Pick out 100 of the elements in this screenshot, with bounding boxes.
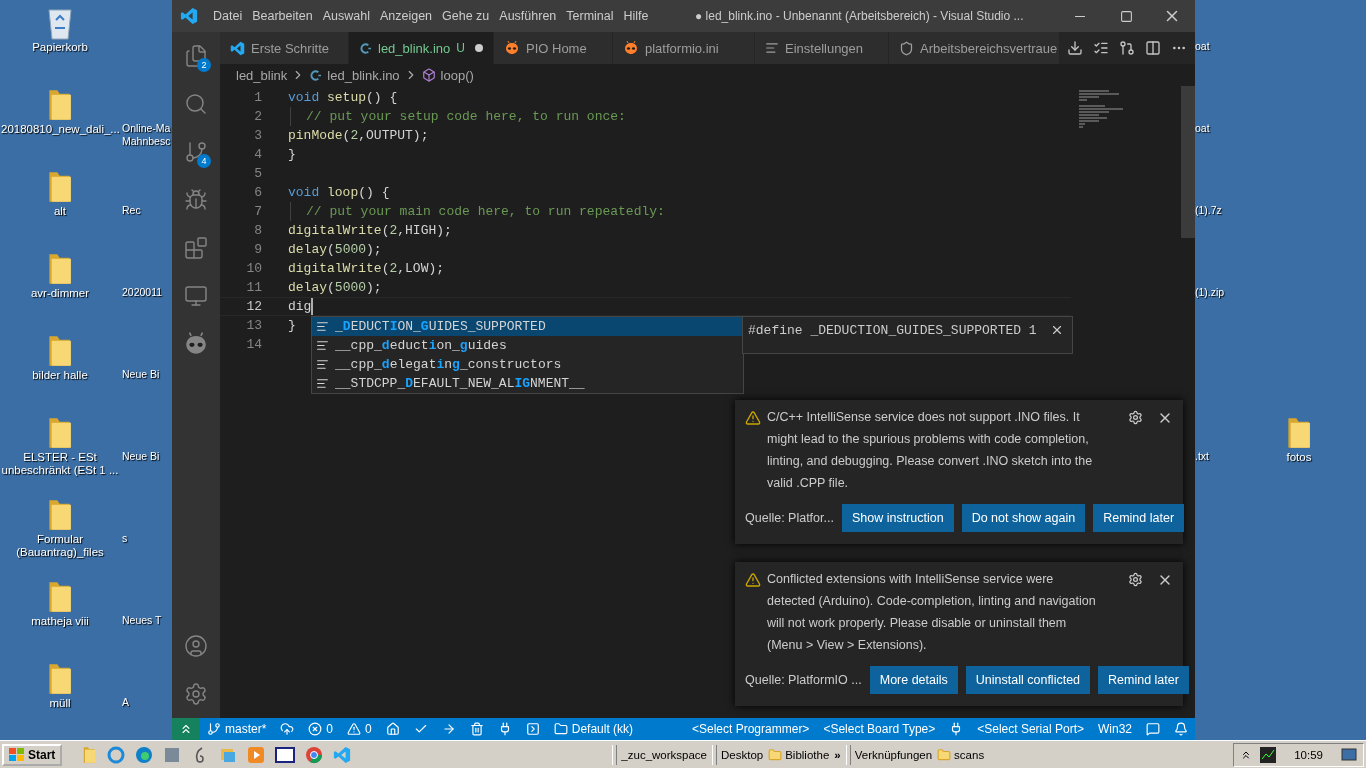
editor-tab[interactable]: platformio.ini	[613, 32, 755, 64]
toolbar-folder-link[interactable]: scans	[937, 747, 985, 762]
meter-icon[interactable]	[1260, 746, 1277, 763]
toolbar-label[interactable]: Desktop	[721, 748, 764, 761]
browser-icon[interactable]	[134, 745, 153, 764]
breadcrumb-item[interactable]: led_blink	[236, 67, 288, 83]
compare-icon[interactable]	[1119, 40, 1135, 56]
editor-tab[interactable]: Einstellungen	[755, 32, 889, 64]
search-icon[interactable]	[184, 92, 208, 116]
desktop-icon-label[interactable]: oat	[1195, 40, 1257, 53]
close-icon[interactable]	[1050, 323, 1064, 337]
home-icon	[385, 722, 400, 736]
status-item[interactable]: master*	[200, 718, 274, 740]
notification-button[interactable]: Do not show again	[961, 504, 1086, 532]
download-icon[interactable]	[1067, 40, 1083, 56]
checklist-icon[interactable]	[1093, 40, 1109, 56]
editor-tab[interactable]: Arbeitsbereichsvertraue	[889, 32, 1059, 64]
line-number: 7	[253, 204, 262, 219]
status-item[interactable]: Win32	[1091, 718, 1139, 740]
desktop-icon-label[interactable]: 2020011	[122, 286, 172, 299]
clock[interactable]: 10:59	[1294, 748, 1323, 761]
folder-icon	[82, 745, 97, 764]
desktop-icon-label[interactable]: Neue Bi	[122, 368, 172, 381]
toolbar-overflow-button[interactable]: »	[834, 748, 841, 761]
notification-button[interactable]: More details	[869, 666, 958, 694]
desktop-icon-label[interactable]: 20180810_new_dali_...	[1, 123, 119, 136]
scrollbar-thumb[interactable]	[1181, 86, 1195, 238]
toolbar-label[interactable]: Verknüpfungen	[854, 748, 933, 761]
menu-item[interactable]: Anzeigen	[374, 0, 438, 32]
breadcrumb-item[interactable]: loop()	[421, 67, 474, 83]
desktop-icon-label[interactable]: Formular (Bauantrag)_files	[1, 533, 119, 559]
desktop-icon-label[interactable]: oat	[1195, 122, 1257, 135]
desktop-icon-label[interactable]: Online-Ma	[122, 122, 172, 135]
browser-icon[interactable]	[304, 745, 323, 764]
app-icon[interactable]	[162, 745, 181, 764]
desktop-icon-label[interactable]: Neues T	[122, 614, 172, 627]
split-editor-icon[interactable]	[1145, 40, 1161, 56]
editor-tab[interactable]: PIO Home	[494, 32, 613, 64]
code-line: // put your setup code here, to run once:	[306, 109, 626, 124]
show-desktop-icon[interactable]	[1341, 747, 1357, 762]
desktop-icon-label[interactable]: Mahnbesc	[122, 135, 172, 148]
menu-item[interactable]: Ausführen	[494, 0, 562, 32]
warning-icon	[745, 572, 761, 588]
lines-icon	[765, 41, 779, 55]
suggestion-item[interactable]: __STDCPP_DEFAULT_NEW_ALIGNMENT__	[312, 374, 743, 393]
desktop-icon-label[interactable]: (1).zip	[1195, 286, 1257, 299]
desktop-icon-label[interactable]: A	[122, 696, 172, 709]
status-item[interactable]: <Select Serial Port>	[970, 718, 1091, 740]
menu-item[interactable]: Datei	[208, 0, 248, 32]
extensions-icon[interactable]	[184, 236, 208, 260]
monitor-icon[interactable]	[184, 284, 208, 308]
notification-button[interactable]: Uninstall conflicted	[965, 666, 1091, 694]
menu-item[interactable]: Bearbeiten	[247, 0, 318, 32]
desktop-icon-label[interactable]: (1).7z	[1195, 204, 1257, 217]
desktop-icon-label[interactable]: Neue Bi	[122, 450, 172, 463]
desktop-icon-label[interactable]: alt	[1, 205, 119, 218]
toolbar-label[interactable]: _zuc_workspace	[621, 748, 707, 761]
status-item[interactable]: 0	[340, 718, 379, 740]
status-item[interactable]: 0	[301, 718, 341, 740]
notification-button[interactable]: Remind later	[1093, 504, 1185, 532]
desktop-icon-label[interactable]: fotos	[1257, 451, 1341, 464]
desktop-icon-label[interactable]: Rec	[122, 204, 172, 217]
breadcrumb-item[interactable]: led_blink.ino	[309, 67, 400, 83]
media-player-icon[interactable]	[246, 745, 265, 764]
desktop-icon-label[interactable]: .txt	[1195, 450, 1257, 463]
suggestion-item[interactable]: __cpp_delegating_constructors	[312, 355, 743, 374]
window-icon[interactable]	[274, 746, 295, 763]
desktop-icon-label[interactable]: ELSTER - ESt unbeschränkt (ESt 1 ...	[1, 451, 119, 477]
menu-item[interactable]: Hilfe	[618, 0, 654, 32]
suggestion-item[interactable]: __cpp_deduction_guides	[312, 336, 743, 355]
desktop-icon-label[interactable]: avr-dimmer	[1, 287, 119, 300]
status-item[interactable]: Default (kk)	[546, 718, 641, 740]
browser-icon[interactable]	[106, 745, 125, 764]
account-icon[interactable]	[184, 634, 208, 658]
settings-icon[interactable]	[1128, 572, 1143, 587]
editor-tab[interactable]: led_blink.ino U	[349, 32, 494, 64]
notification-button[interactable]: Remind later	[1098, 666, 1189, 694]
desktop-icon-label[interactable]: matheja viii	[1, 615, 119, 628]
desktop-icon-label[interactable]: Papierkorb	[1, 41, 119, 54]
status-item[interactable]: <Select Programmer>	[685, 718, 817, 740]
menu-item[interactable]: Gehe zu	[437, 0, 495, 32]
source-control-icon[interactable]	[184, 140, 208, 164]
editor-tab[interactable]: Erste Schritte	[220, 32, 349, 64]
toolbar-folder-link[interactable]: Bibliothe	[768, 747, 830, 762]
menu-item[interactable]: Terminal	[561, 0, 619, 32]
files-icon[interactable]	[184, 44, 208, 68]
code-file-icon	[359, 41, 372, 55]
desktop-icon-label[interactable]: müll	[1, 697, 119, 710]
start-button[interactable]: Start	[2, 743, 63, 766]
desktop-icon-label[interactable]: bilder halle	[1, 369, 119, 382]
desktop-icon-label[interactable]: s	[122, 532, 172, 545]
code-line: delay(5000);	[288, 242, 382, 257]
suggestion-item[interactable]: _DEDUCTION_GUIDES_SUPPORTED	[312, 317, 743, 336]
line-number: 4	[253, 147, 262, 162]
notification-button[interactable]: Show instruction	[841, 504, 954, 532]
settings-icon[interactable]	[1128, 410, 1143, 425]
status-icon-button[interactable]	[172, 718, 200, 740]
menu-item[interactable]: Auswahl	[317, 0, 375, 32]
status-item[interactable]: <Select Board Type>	[816, 718, 943, 740]
run-debug-icon[interactable]	[184, 188, 208, 212]
